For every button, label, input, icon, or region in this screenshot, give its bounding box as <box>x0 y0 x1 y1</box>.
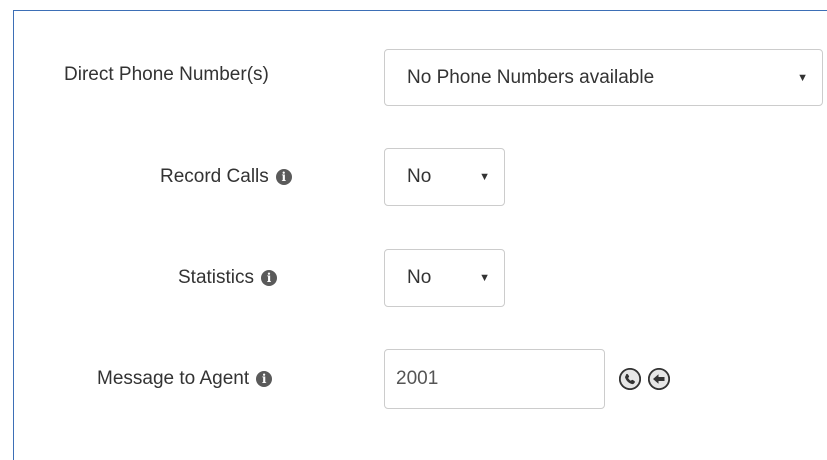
caret-down-icon: ▼ <box>479 171 490 183</box>
record-calls-label-text: Record Calls <box>160 166 269 187</box>
message-to-agent-value: 2001 <box>396 368 439 389</box>
info-icon[interactable]: i <box>275 169 292 185</box>
record-calls-label: Record Calls i <box>160 165 292 189</box>
arrow-left-icon[interactable] <box>648 368 670 390</box>
message-to-agent-input[interactable]: 2001 <box>384 349 605 409</box>
statistics-select[interactable]: No ▼ <box>384 249 505 307</box>
info-icon[interactable]: i <box>256 371 273 387</box>
message-to-agent-label-text: Message to Agent <box>97 368 250 389</box>
record-calls-value: No <box>407 166 432 187</box>
direct-phone-label: Direct Phone Number(s) <box>64 63 269 87</box>
statistics-value: No <box>407 267 432 288</box>
info-icon[interactable]: i <box>261 270 278 286</box>
phone-icon[interactable] <box>619 368 641 390</box>
caret-down-icon: ▼ <box>479 272 490 284</box>
direct-phone-label-text: Direct Phone Number(s) <box>64 64 269 85</box>
direct-phone-value: No Phone Numbers available <box>407 66 655 88</box>
message-to-agent-label: Message to Agent i <box>97 367 273 391</box>
caret-down-icon: ▼ <box>797 71 808 84</box>
direct-phone-select[interactable]: No Phone Numbers available ▼ <box>384 49 823 106</box>
statistics-label-text: Statistics <box>178 267 255 288</box>
record-calls-select[interactable]: No ▼ <box>384 148 505 206</box>
statistics-label: Statistics i <box>178 266 278 290</box>
